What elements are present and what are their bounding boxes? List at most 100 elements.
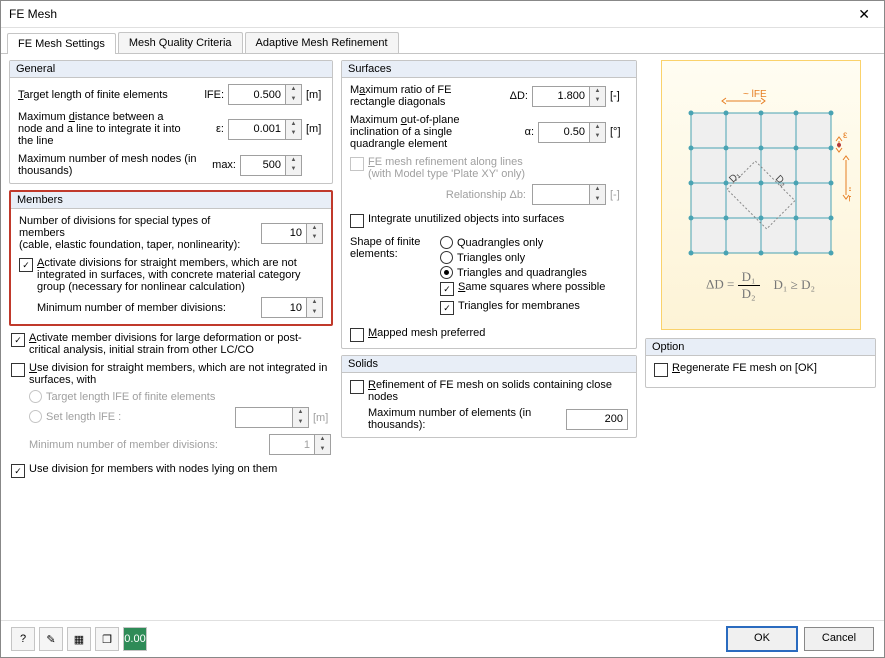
max-nodes-symbol: max: [206, 159, 240, 171]
spinner-icon[interactable]: ▲▼ [307, 297, 323, 318]
target-length-unit: [m] [302, 89, 324, 101]
mapped-mesh-checkbox[interactable]: Mapped mesh preferred [350, 327, 628, 342]
radio-target-length-label: Target length lFE of finite elements [46, 391, 215, 403]
group-surfaces-title: Surfaces [342, 61, 636, 78]
radio-set-length: Set length lFE : [29, 410, 235, 423]
use-div-nodes-label: Use division for members with nodes lyin… [29, 463, 277, 475]
radio-triangles-label: Triangles only [457, 252, 525, 264]
group-solids-title: Solids [342, 356, 636, 373]
tab-adaptive-refinement[interactable]: Adaptive Mesh Refinement [245, 32, 399, 53]
svg-text:~lFE: ~lFE [846, 181, 851, 202]
target-length-symbol: lFE: [194, 89, 228, 101]
group-solids: Solids Refinement of FE mesh on solids c… [341, 355, 637, 438]
window-title: FE Mesh [9, 7, 852, 21]
relationship-unit: [-] [606, 189, 628, 201]
radio-triangles-quadrangles[interactable]: Triangles and quadrangles [440, 266, 605, 279]
divisions-special-label: Number of divisions for special types of… [19, 215, 261, 251]
triangles-membranes-label: Triangles for membranes [458, 300, 580, 312]
close-icon[interactable]: ✕ [852, 4, 876, 25]
relationship-input: ▲▼ [532, 184, 606, 205]
spinner-icon[interactable]: ▲▼ [286, 155, 302, 176]
edit-icon[interactable]: ✎ [39, 627, 63, 651]
activate-large-def-label: Activate member divisions for large defo… [29, 332, 331, 356]
max-distance-input[interactable]: ▲▼ [228, 119, 302, 140]
group-members-title: Members [11, 192, 331, 209]
max-ratio-label: Maximum ratio of FE rectangle diagonals [350, 84, 498, 108]
spinner-icon[interactable]: ▲▼ [590, 86, 606, 107]
target-length-label: Target length of finite elements [18, 89, 194, 101]
max-ratio-unit: [-] [606, 90, 628, 102]
max-elements-label: Maximum number of elements (in thousands… [368, 407, 566, 431]
titlebar: FE Mesh ✕ [1, 1, 884, 28]
radio-both-label: Triangles and quadrangles [457, 267, 587, 279]
regenerate-label: Regenerate FE mesh on [OK] [672, 362, 817, 374]
integrate-unused-label: Integrate unutilized objects into surfac… [368, 213, 564, 225]
max-ratio-input[interactable]: ▲▼ [532, 86, 606, 107]
max-nodes-label: Maximum number of mesh nodes (in thousan… [18, 153, 206, 177]
tab-mesh-quality[interactable]: Mesh Quality Criteria [118, 32, 243, 53]
cancel-button[interactable]: Cancel [804, 627, 874, 651]
max-nodes-input[interactable]: ▲▼ [240, 155, 302, 176]
mesh-diagram-svg: ~ lFE ε ~lFE D₁ D₂ [671, 83, 851, 263]
max-oop-label: Maximum out-of-plane inclination of a si… [350, 114, 504, 150]
activate-divisions-label: Activate divisions for straight members,… [37, 257, 323, 293]
use-div-nodes-checkbox[interactable]: Use division for members with nodes lyin… [11, 463, 331, 478]
triangles-membranes-checkbox[interactable]: Triangles for membranes [440, 300, 605, 315]
spinner-icon: ▲▼ [590, 184, 606, 205]
spinner-icon: ▲▼ [293, 407, 309, 428]
min-div2-input: ▲▼ [269, 434, 331, 455]
max-oop-symbol: α: [504, 126, 538, 138]
help-icon[interactable]: ? [11, 627, 35, 651]
mesh-diagram: ~ lFE ε ~lFE D₁ D₂ ΔD = D₁D₂ D₁ ≥ D₂ [661, 60, 861, 330]
dialog-footer: ? ✎ ▦ ❐ 0.00 OK Cancel [1, 620, 884, 657]
max-distance-label: Maximum distance between a node and a li… [18, 111, 194, 147]
radio-triangles[interactable]: Triangles only [440, 251, 605, 264]
spinner-icon[interactable]: ▲▼ [590, 122, 606, 143]
dialog-body: General Target length of finite elements… [1, 54, 884, 620]
integrate-unused-checkbox[interactable]: Integrate unutilized objects into surfac… [350, 213, 628, 228]
copy-icon[interactable]: ❐ [95, 627, 119, 651]
set-length-unit: [m] [309, 412, 331, 424]
use-div-straight-label: Use division for straight members, which… [29, 362, 331, 386]
activate-divisions-checkbox[interactable]: Activate divisions for straight members,… [19, 257, 323, 293]
regenerate-checkbox[interactable]: Regenerate FE mesh on [OK] [654, 362, 867, 377]
radio-quadrangles[interactable]: Quadrangles only [440, 236, 605, 249]
max-oop-input[interactable]: ▲▼ [538, 122, 606, 143]
set-length-input: ▲▼ [235, 407, 309, 428]
group-general-title: General [10, 61, 332, 78]
group-option: Option Regenerate FE mesh on [OK] [645, 338, 876, 388]
refine-lines-checkbox: FE mesh refinement along lines(with Mode… [350, 156, 628, 180]
divisions-special-input[interactable]: ▲▼ [261, 223, 323, 244]
spinner-icon[interactable]: ▲▼ [307, 223, 323, 244]
min-div-input[interactable]: ▲▼ [261, 297, 323, 318]
max-oop-unit: [°] [606, 126, 628, 138]
max-elements-input[interactable] [566, 409, 628, 430]
activate-large-def-checkbox[interactable]: Activate member divisions for large defo… [11, 332, 331, 356]
tab-strip: FE Mesh Settings Mesh Quality Criteria A… [1, 28, 884, 54]
calc-icon[interactable]: 0.00 [123, 627, 147, 651]
spinner-icon[interactable]: ▲▼ [286, 84, 302, 105]
radio-quadrangles-label: Quadrangles only [457, 237, 543, 249]
shape-label: Shape of finite elements: [350, 236, 440, 319]
target-length-input[interactable]: ▲▼ [228, 84, 302, 105]
refine-solids-label: Refinement of FE mesh on solids containi… [368, 379, 628, 403]
same-squares-checkbox[interactable]: Same squares where possible [440, 281, 605, 296]
use-div-straight-checkbox[interactable]: Use division for straight members, which… [11, 362, 331, 386]
spinner-icon[interactable]: ▲▼ [286, 119, 302, 140]
radio-target-length: Target length lFE of finite elements [29, 390, 331, 403]
tab-fe-mesh-settings[interactable]: FE Mesh Settings [7, 33, 116, 54]
same-squares-label: Same squares where possible [458, 281, 605, 293]
group-general: General Target length of finite elements… [9, 60, 333, 184]
relationship-label: Relationship Δb: [350, 189, 532, 201]
radio-set-length-label: Set length lFE : [46, 411, 121, 423]
diagram-formula: ΔD = D₁D₂ D₁ ≥ D₂ [706, 263, 815, 308]
spinner-icon: ▲▼ [315, 434, 331, 455]
group-members-highlighted: Members Number of divisions for special … [9, 190, 333, 326]
min-div-label: Minimum number of member divisions: [37, 302, 261, 314]
refine-solids-checkbox[interactable]: Refinement of FE mesh on solids containi… [350, 379, 628, 403]
ok-button[interactable]: OK [726, 626, 798, 652]
min-div2-label: Minimum number of member divisions: [29, 439, 269, 451]
fe-mesh-dialog: FE Mesh ✕ FE Mesh Settings Mesh Quality … [0, 0, 885, 658]
group-option-title: Option [646, 339, 875, 356]
table-icon[interactable]: ▦ [67, 627, 91, 651]
